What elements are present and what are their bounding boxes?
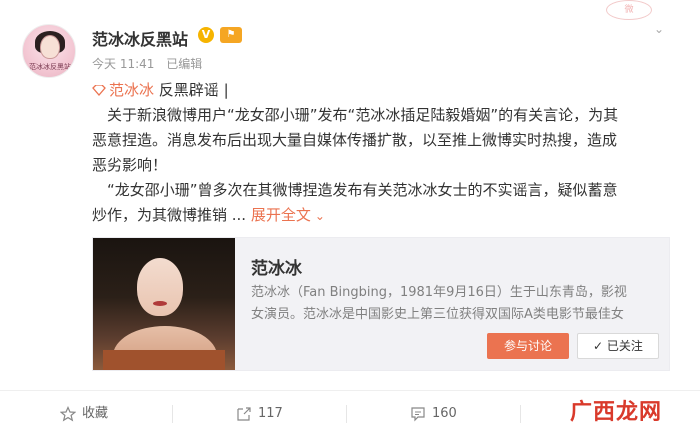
check-icon: ✓ (593, 339, 607, 353)
favorite-button[interactable]: 收藏 (60, 391, 108, 436)
edited-label: 已编辑 (166, 57, 203, 71)
weibo-post: 微 ⌄ 范冰冰反黑站 范冰冰反黑站 V ⚑ 今天 11:41 已编辑 范冰冰 反… (0, 0, 700, 436)
divider (172, 405, 173, 423)
divider (520, 405, 521, 423)
post-line-1: 反黑辟谣 | (158, 81, 229, 99)
card-description: 范冰冰（Fan Bingbing，1981年9月16日）生于山东青岛，影视 女演… (251, 285, 627, 322)
post-time[interactable]: 今天 11:41 (92, 57, 154, 71)
author-name[interactable]: 范冰冰反黑站 (92, 26, 188, 50)
topic-card[interactable]: 范冰冰 范冰冰（Fan Bingbing，1981年9月16日）生于山东青岛，影… (92, 237, 670, 371)
card-photo[interactable] (93, 238, 235, 370)
topic-icon (92, 85, 106, 96)
watermark: 广西龙网 (570, 400, 663, 425)
join-discussion-button[interactable]: 参与讨论 (487, 333, 569, 359)
card-title[interactable]: 范冰冰 (251, 254, 302, 279)
avatar[interactable]: 范冰冰反黑站 (22, 24, 76, 78)
post-line-4: 恶劣影响！ (92, 156, 168, 174)
post-line-6: 炒作，为其微博推销 ... (92, 206, 247, 224)
comment-button[interactable]: 160 (410, 391, 457, 436)
chevron-down-icon: ⌄ (314, 209, 325, 223)
post-text: 范冰冰 反黑辟谣 | 关于新浪微博用户“龙女邵小珊”发布“范冰冰插足陆毅婚姻”的… (92, 78, 672, 229)
chevron-down-icon[interactable]: ⌄ (652, 22, 666, 36)
topic-link[interactable]: 范冰冰 (109, 81, 154, 99)
post-line-2: 关于新浪微博用户“龙女邵小珊”发布“范冰冰插足陆毅婚姻”的有关言论，为其 (92, 106, 619, 124)
seal-stamp: 微 (606, 0, 652, 20)
repost-button[interactable]: 117 (236, 391, 283, 436)
avatar-caption: 范冰冰反黑站 (29, 63, 71, 71)
level-badge-icon: ⚑ (220, 27, 242, 43)
post-line-5: “龙女邵小珊”曾多次在其微博捏造发布有关范冰冰女士的不实谣言，疑似蓄意 (92, 181, 618, 199)
comment-icon (411, 406, 425, 421)
post-meta: 今天 11:41 已编辑 (92, 55, 210, 72)
post-line-3: 恶意捏造。消息发布后出现大量自媒体传播扩散，以至推上微博实时热搜，造成 (92, 131, 618, 149)
expand-link[interactable]: 展开全文 ⌄ (251, 206, 325, 224)
star-icon (60, 405, 76, 421)
followed-button[interactable]: ✓ 已关注 (577, 333, 659, 359)
verified-badge-icon: V (198, 27, 214, 43)
divider (346, 405, 347, 423)
share-icon (237, 406, 251, 421)
